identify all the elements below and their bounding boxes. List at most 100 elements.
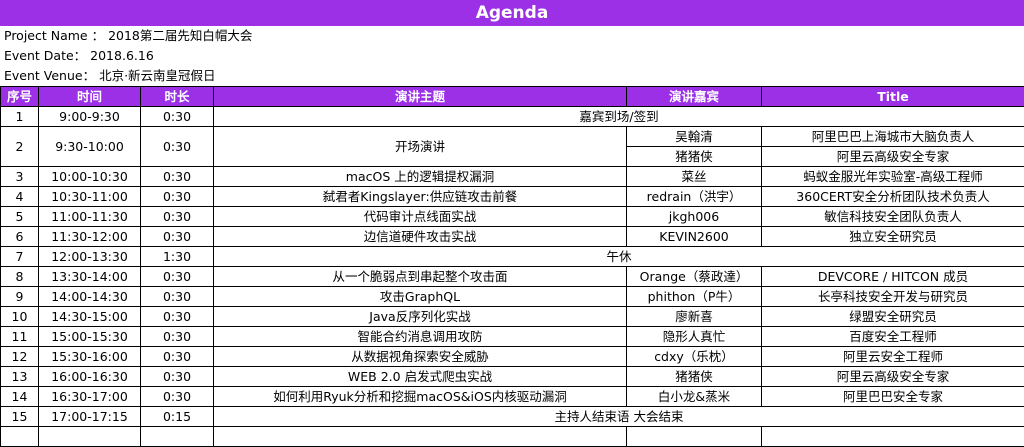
row-time: 9:30-10:00 — [39, 127, 141, 167]
header-cell: 时长 — [141, 87, 214, 107]
table-row: 15 17:00-17:15 0:15 主持人结束语 大会结束 — [1, 407, 1024, 427]
row-speaker: jkgh006 — [627, 207, 762, 227]
header-cell: 演讲主题 — [214, 87, 627, 107]
row-number: 4 — [1, 187, 39, 207]
row-number: 3 — [1, 167, 39, 187]
row-topic: 从数据视角探索安全威胁 — [214, 347, 627, 367]
table-row: 10 14:30-15:00 0:30 Java反序列化实战 廖新喜 绿盟安全研… — [1, 307, 1024, 327]
row-speaker-title: 阿里云安全工程师 — [762, 347, 1024, 367]
row-speaker: cdxy（乐枕） — [627, 347, 762, 367]
header-cell: 演讲嘉宾 — [627, 87, 762, 107]
row-number: 10 — [1, 307, 39, 327]
row-number: 8 — [1, 267, 39, 287]
row-topic: 从一个脆弱点到串起整个攻击面 — [214, 267, 627, 287]
row-speaker-title: 长亭科技安全开发与研究员 — [762, 287, 1024, 307]
table-row: 9 14:00-14:30 0:30 攻击GraphQL phithon（P牛）… — [1, 287, 1024, 307]
table-row: 1 9:00-9:30 0:30 嘉宾到场/签到 — [1, 107, 1024, 127]
row-speaker-title: 阿里巴巴上海城市大脑负责人 — [762, 127, 1024, 147]
row-speaker-title: 阿里云高级安全专家 — [762, 367, 1024, 387]
row-duration: 0:30 — [141, 187, 214, 207]
row-number: 11 — [1, 327, 39, 347]
table-row: 8 13:30-14:00 0:30 从一个脆弱点到串起整个攻击面 Orange… — [1, 267, 1024, 287]
row-topic: 边信道硬件攻击实战 — [214, 227, 627, 247]
row-speaker-title: DEVCORE / HITCON 成员 — [762, 267, 1024, 287]
row-duration: 1:30 — [141, 247, 214, 267]
row-time: 17:00-17:15 — [39, 407, 141, 427]
table-row: 12 15:30-16:00 0:30 从数据视角探索安全威胁 cdxy（乐枕）… — [1, 347, 1024, 367]
row-time: 14:00-14:30 — [39, 287, 141, 307]
empty-row — [1, 427, 1024, 447]
row-duration: 0:30 — [141, 127, 214, 167]
row-topic: 代码审计点线面实战 — [214, 207, 627, 227]
project-name-line: Project Name ： 2018第二届先知白帽大会 — [0, 26, 1024, 46]
table-row: 11 15:00-15:30 0:30 智能合约消息调用攻防 隐形人真忙 百度安… — [1, 327, 1024, 347]
event-date-line: Event Date： 2018.6.16 — [0, 46, 1024, 66]
empty-cell — [39, 427, 141, 447]
row-number: 9 — [1, 287, 39, 307]
table-row: 6 11:30-12:00 0:30 边信道硬件攻击实战 KEVIN2600 独… — [1, 227, 1024, 247]
event-date-label: Event Date： — [4, 46, 86, 66]
row-number: 12 — [1, 347, 39, 367]
row-duration: 0:30 — [141, 327, 214, 347]
row-speaker: 吴翰清 — [627, 127, 762, 147]
event-venue-line: Event Venue： 北京·新云南皇冠假日 — [0, 66, 1024, 86]
row-topic: 智能合约消息调用攻防 — [214, 327, 627, 347]
event-date-value: 2018.6.16 — [90, 48, 154, 63]
row-speaker-title: 绿盟安全研究员 — [762, 307, 1024, 327]
row-time: 13:30-14:00 — [39, 267, 141, 287]
row-speaker: 菜丝 — [627, 167, 762, 187]
row-time: 11:00-11:30 — [39, 207, 141, 227]
table-row: 13 16:00-16:30 0:30 WEB 2.0 启发式爬虫实战 猪猪侠 … — [1, 367, 1024, 387]
agenda-table: 序号 时间 时长 演讲主题 演讲嘉宾 Title 1 9:00-9:30 0:3… — [0, 86, 1024, 447]
empty-cell — [627, 427, 762, 447]
header-cell: 序号 — [1, 87, 39, 107]
row-speaker: 白小龙&蒸米 — [627, 387, 762, 407]
row-topic: 弑君者Kingslayer:供应链攻击前餐 — [214, 187, 627, 207]
row-topic: 开场演讲 — [214, 127, 627, 167]
row-speaker: KEVIN2600 — [627, 227, 762, 247]
row-speaker-title: 独立安全研究员 — [762, 227, 1024, 247]
row-duration: 0:30 — [141, 107, 214, 127]
event-venue-value: 北京·新云南皇冠假日 — [99, 68, 215, 83]
empty-cell — [762, 427, 1024, 447]
table-row: 4 10:30-11:00 0:30 弑君者Kingslayer:供应链攻击前餐… — [1, 187, 1024, 207]
row-duration: 0:30 — [141, 207, 214, 227]
row-number: 14 — [1, 387, 39, 407]
row-speaker: phithon（P牛） — [627, 287, 762, 307]
row-session-note: 主持人结束语 大会结束 — [214, 407, 1024, 427]
row-topic: Java反序列化实战 — [214, 307, 627, 327]
project-name-value: 2018第二届先知白帽大会 — [108, 28, 252, 43]
row-number: 5 — [1, 207, 39, 227]
row-speaker-title: 阿里云高级安全专家 — [762, 147, 1024, 167]
row-duration: 0:30 — [141, 227, 214, 247]
header-cell: 时间 — [39, 87, 141, 107]
table-row: 2 9:30-10:00 0:30 开场演讲 吴翰清 阿里巴巴上海城市大脑负责人 — [1, 127, 1024, 147]
row-speaker-title: 蚂蚁金服光年实验室-高级工程师 — [762, 167, 1024, 187]
table-row: 5 11:00-11:30 0:30 代码审计点线面实战 jkgh006 敏信科… — [1, 207, 1024, 227]
row-session-note: 嘉宾到场/签到 — [214, 107, 1024, 127]
row-speaker-title: 阿里巴巴安全专家 — [762, 387, 1024, 407]
table-row: 7 12:00-13:30 1:30 午休 — [1, 247, 1024, 267]
row-duration: 0:30 — [141, 307, 214, 327]
empty-cell — [141, 427, 214, 447]
empty-cell — [214, 427, 627, 447]
row-speaker-title: 百度安全工程师 — [762, 327, 1024, 347]
row-time: 16:30-17:00 — [39, 387, 141, 407]
row-topic: WEB 2.0 启发式爬虫实战 — [214, 367, 627, 387]
row-time: 9:00-9:30 — [39, 107, 141, 127]
row-duration: 0:30 — [141, 387, 214, 407]
row-duration: 0:30 — [141, 267, 214, 287]
row-number: 6 — [1, 227, 39, 247]
row-number: 1 — [1, 107, 39, 127]
row-speaker: 猪猪侠 — [627, 147, 762, 167]
header-cell: Title — [762, 87, 1024, 107]
table-row: 14 16:30-17:00 0:30 如何利用Ryuk分析和挖掘macOS&i… — [1, 387, 1024, 407]
table-row: 3 10:00-10:30 0:30 macOS 上的逻辑提权漏洞 菜丝 蚂蚁金… — [1, 167, 1024, 187]
row-speaker: 廖新喜 — [627, 307, 762, 327]
row-topic: macOS 上的逻辑提权漏洞 — [214, 167, 627, 187]
row-speaker-title: 敏信科技安全团队负责人 — [762, 207, 1024, 227]
event-venue-label: Event Venue： — [4, 66, 95, 86]
empty-cell — [1, 427, 39, 447]
row-number: 2 — [1, 127, 39, 167]
row-duration: 0:30 — [141, 167, 214, 187]
